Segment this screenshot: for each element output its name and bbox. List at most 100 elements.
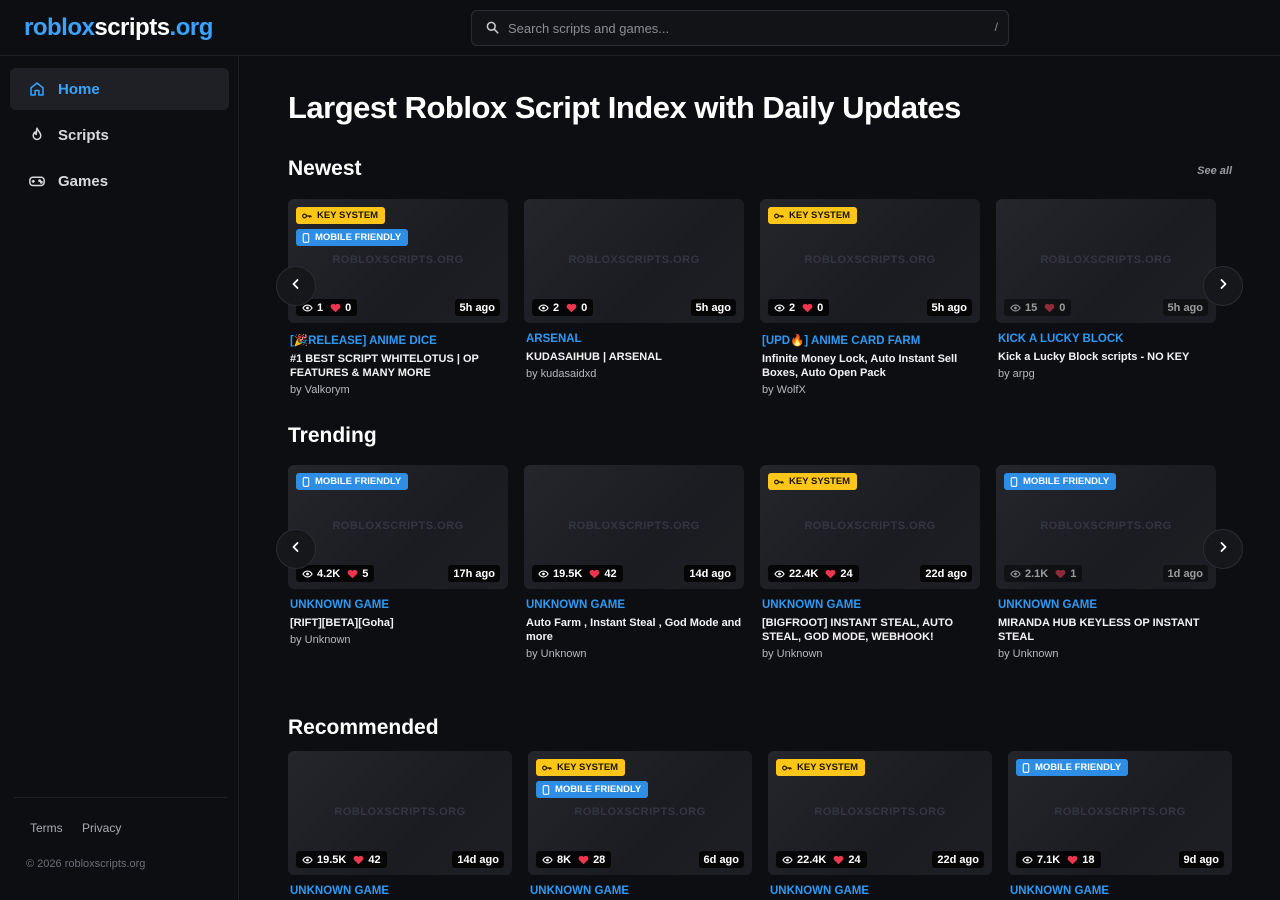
view-count: 2: [789, 301, 796, 314]
sidebar-item-games[interactable]: Games: [10, 160, 229, 202]
card-game-name[interactable]: UNKNOWN GAME: [288, 599, 508, 611]
card-author[interactable]: by Valkorym: [288, 384, 508, 396]
sidebar-item-home[interactable]: Home: [10, 68, 229, 110]
card-game-name[interactable]: UNKNOWN GAME: [528, 885, 752, 897]
script-card[interactable]: ROBLOXSCRIPTS.ORG KEY SYSTEM 22.4K 24 22d ag…: [768, 751, 992, 897]
script-thumbnail[interactable]: ROBLOXSCRIPTS.ORG 19.5K 42 14d ago: [288, 751, 512, 875]
script-card[interactable]: ROBLOXSCRIPTS.ORG KEY SYSTEM MOBILE FRIEND…: [288, 199, 508, 396]
card-title[interactable]: [BIGFROOT] INSTANT STEAL, AUTO STEAL, GO…: [760, 616, 980, 644]
thumbnail-watermark: ROBLOXSCRIPTS.ORG: [568, 520, 700, 532]
script-thumbnail[interactable]: ROBLOXSCRIPTS.ORG KEY SYSTEM 22.4K 24 22d ag…: [760, 465, 980, 589]
like-count: 5: [362, 567, 369, 580]
terms-link[interactable]: Terms: [30, 821, 63, 835]
eye-icon: [302, 304, 313, 312]
thumbnail-watermark: ROBLOXSCRIPTS.ORG: [332, 520, 464, 532]
card-game-name[interactable]: UNKNOWN GAME: [768, 885, 992, 897]
card-author[interactable]: by kudasaidxd: [524, 368, 744, 380]
card-title[interactable]: [RIFT][BETA][Goha]: [288, 616, 508, 630]
script-thumbnail[interactable]: ROBLOXSCRIPTS.ORG KEY SYSTEM 22.4K 24 22d ag…: [768, 751, 992, 875]
like-count: 0: [581, 301, 588, 314]
card-author[interactable]: by Unknown: [524, 648, 744, 660]
site-logo[interactable]: robloxscripts.org: [24, 14, 213, 42]
script-thumbnail[interactable]: ROBLOXSCRIPTS.ORG KEY SYSTEM MOBILE FRIEND…: [528, 751, 752, 875]
like-count: 24: [848, 853, 861, 866]
script-card[interactable]: ROBLOXSCRIPTS.ORG KEY SYSTEM 2 0 5h ago [UPD🔥…: [760, 199, 980, 396]
card-title[interactable]: Infinite Money Lock, Auto Instant Sell B…: [760, 352, 980, 380]
card-game-name[interactable]: UNKNOWN GAME: [524, 599, 744, 611]
script-card[interactable]: ROBLOXSCRIPTS.ORG 19.5K 42 14d ago UNKNOWN G…: [288, 751, 512, 897]
like-count: 24: [840, 567, 853, 580]
key-icon: [302, 212, 312, 220]
card-game-name[interactable]: UNKNOWN GAME: [996, 599, 1216, 611]
script-card[interactable]: ROBLOXSCRIPTS.ORG KEY SYSTEM 22.4K 24 22d ag…: [760, 465, 980, 660]
card-author[interactable]: by Unknown: [288, 634, 508, 646]
trending-prev-button[interactable]: [276, 529, 316, 569]
section-title-recommended: Recommended: [288, 716, 439, 739]
card-age: 5h ago: [926, 299, 972, 316]
card-author[interactable]: by arpg: [996, 368, 1216, 380]
script-card[interactable]: ROBLOXSCRIPTS.ORG KEY SYSTEM MOBILE FRIEND…: [528, 751, 752, 897]
script-thumbnail[interactable]: ROBLOXSCRIPTS.ORG 2 0 5h ago: [524, 199, 744, 323]
chevron-right-icon: [1217, 540, 1229, 558]
card-stats: 8K 28: [536, 851, 612, 868]
card-game-name[interactable]: KICK A LUCKY BLOCK: [996, 333, 1216, 345]
card-game-name[interactable]: ARSENAL: [524, 333, 744, 345]
see-all-link[interactable]: See all: [1197, 165, 1232, 177]
trending-next-button[interactable]: [1203, 529, 1243, 569]
card-game-name[interactable]: [UPD🔥] ANIME CARD FARM: [760, 333, 980, 347]
thumbnail-watermark: ROBLOXSCRIPTS.ORG: [568, 254, 700, 266]
like-count: 1: [1070, 567, 1077, 580]
search-box[interactable]: /: [471, 10, 1009, 46]
script-card[interactable]: ROBLOXSCRIPTS.ORG MOBILE FRIENDLY 7.1K 18 9d…: [1008, 751, 1232, 897]
card-title[interactable]: Kick a Lucky Block scripts - NO KEY: [996, 350, 1216, 364]
logo-part-roblox: roblox: [24, 14, 95, 41]
card-age: 17h ago: [448, 565, 500, 582]
card-game-name[interactable]: [🎉RELEASE] ANIME DICE: [288, 333, 508, 347]
card-game-name[interactable]: UNKNOWN GAME: [1008, 885, 1232, 897]
eye-icon: [538, 304, 549, 312]
view-count: 1: [317, 301, 324, 314]
view-count: 22.4K: [789, 567, 819, 580]
card-title[interactable]: KUDASAIHUB | ARSENAL: [524, 350, 744, 364]
card-game-name[interactable]: UNKNOWN GAME: [760, 599, 980, 611]
script-thumbnail[interactable]: ROBLOXSCRIPTS.ORG 15 0 5h ago: [996, 199, 1216, 323]
script-thumbnail[interactable]: ROBLOXSCRIPTS.ORG 19.5K 42 14d ago: [524, 465, 744, 589]
script-card[interactable]: ROBLOXSCRIPTS.ORG MOBILE FRIENDLY 4.2K 5 17h…: [288, 465, 508, 646]
page-title: Largest Roblox Script Index with Daily U…: [288, 90, 961, 125]
search-input[interactable]: [508, 11, 948, 45]
phone-icon: [1010, 476, 1018, 487]
card-title[interactable]: #1 BEST SCRIPT WHITELOTUS | OP FEATURES …: [288, 352, 508, 380]
mobile-friendly-badge: MOBILE FRIENDLY: [296, 473, 409, 490]
logo-part-scripts: scripts: [94, 14, 170, 41]
script-thumbnail[interactable]: ROBLOXSCRIPTS.ORG KEY SYSTEM MOBILE FRIEND…: [288, 199, 508, 323]
sidebar-item-label: Scripts: [58, 126, 109, 144]
privacy-link[interactable]: Privacy: [82, 821, 121, 835]
sidebar: Home Scripts Games Terms Privacy © 2026 …: [0, 56, 239, 900]
badge-label: MOBILE FRIENDLY: [1035, 762, 1122, 773]
chevron-right-icon: [1217, 277, 1229, 295]
card-author[interactable]: by WolfX: [760, 384, 980, 396]
search-shortcut-hint: /: [994, 20, 998, 34]
card-title[interactable]: MIRANDA HUB KEYLESS OP INSTANT STEAL: [996, 616, 1216, 644]
thumbnail-watermark: ROBLOXSCRIPTS.ORG: [1040, 520, 1172, 532]
script-thumbnail[interactable]: ROBLOXSCRIPTS.ORG KEY SYSTEM 2 0 5h ago: [760, 199, 980, 323]
script-thumbnail[interactable]: ROBLOXSCRIPTS.ORG MOBILE FRIENDLY 2.1K 1 1d …: [996, 465, 1216, 589]
card-author[interactable]: by Unknown: [996, 648, 1216, 660]
script-card[interactable]: ROBLOXSCRIPTS.ORG 19.5K 42 14d ago UNKNOWN G…: [524, 465, 744, 660]
script-thumbnail[interactable]: ROBLOXSCRIPTS.ORG MOBILE FRIENDLY 7.1K 18 9d…: [1008, 751, 1232, 875]
key-system-badge: KEY SYSTEM: [768, 207, 858, 224]
card-author[interactable]: by Unknown: [760, 648, 980, 660]
script-thumbnail[interactable]: ROBLOXSCRIPTS.ORG MOBILE FRIENDLY 4.2K 5 17h…: [288, 465, 508, 589]
heart-icon: [353, 855, 364, 865]
section-title-newest: Newest: [288, 157, 362, 180]
card-game-name[interactable]: UNKNOWN GAME: [288, 885, 512, 897]
newest-next-button[interactable]: [1203, 266, 1243, 306]
sidebar-item-scripts[interactable]: Scripts: [10, 114, 229, 156]
script-card[interactable]: ROBLOXSCRIPTS.ORG 2 0 5h ago ARSENAL KUDASAIH…: [524, 199, 744, 380]
card-title[interactable]: Auto Farm , Instant Steal , God Mode and…: [524, 616, 744, 644]
eye-icon: [1010, 304, 1021, 312]
script-card[interactable]: ROBLOXSCRIPTS.ORG 15 0 5h ago KICK A LUCKY B…: [996, 199, 1216, 380]
newest-prev-button[interactable]: [276, 266, 316, 306]
script-card[interactable]: ROBLOXSCRIPTS.ORG MOBILE FRIENDLY 2.1K 1 1d …: [996, 465, 1216, 660]
heart-icon: [825, 569, 836, 579]
